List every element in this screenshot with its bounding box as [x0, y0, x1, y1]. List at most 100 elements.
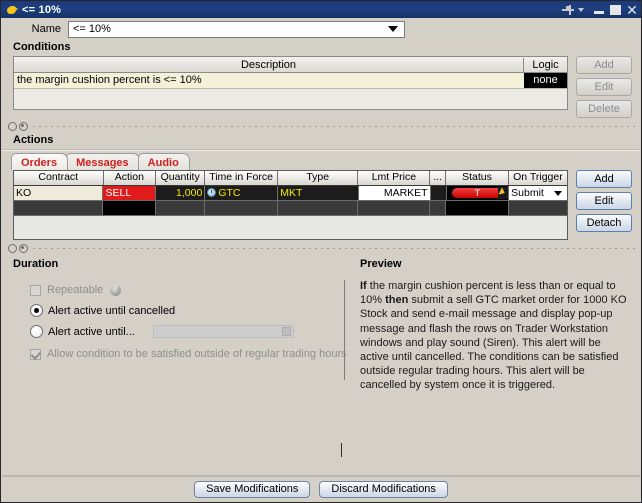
- footer-bar: Save Modifications Discard Modifications: [2, 476, 640, 501]
- pin-icon[interactable]: [562, 4, 576, 15]
- conditions-buttons: Add Edit Delete: [568, 56, 635, 118]
- alert-until-date-radio[interactable]: [30, 325, 43, 338]
- order-action[interactable]: SELL: [103, 186, 157, 200]
- bird-icon: [6, 4, 18, 16]
- orders-col-time-in-force: Time in Force: [205, 171, 279, 185]
- collapse-down-handle[interactable]: [19, 122, 28, 131]
- orders-col-status: Status: [446, 171, 509, 185]
- window-title: <= 10%: [22, 3, 62, 16]
- window-client-area: Name <= 10% Conditions Description Logic…: [2, 19, 640, 501]
- conditions-splitter[interactable]: [2, 121, 640, 132]
- orders-col-action: Action: [104, 171, 157, 185]
- orders-filler-row: [14, 201, 567, 216]
- close-icon[interactable]: ✕: [625, 3, 639, 17]
- allow-outside-rth-checkbox[interactable]: [30, 348, 41, 360]
- minimize-icon[interactable]: [593, 4, 606, 16]
- chevron-down-icon[interactable]: [578, 7, 584, 12]
- preview-panel: Preview If the margin cushion percent is…: [345, 258, 631, 393]
- order-type[interactable]: MKT: [278, 186, 359, 200]
- clock-icon: [207, 188, 217, 197]
- allow-outside-rth-label: Allow condition to be satisfied outside …: [47, 348, 347, 360]
- lower-panels: Duration Repeatable Alert active until c…: [2, 254, 640, 393]
- order-status[interactable]: T: [446, 186, 510, 200]
- alert-editor-window: <= 10% ✕ Name <= 10% Conditions Descript…: [0, 0, 642, 503]
- alert-until-date-input[interactable]: [152, 325, 294, 338]
- name-value: <= 10%: [73, 23, 111, 35]
- orders-col-more: ...: [430, 171, 447, 185]
- preview-title: Preview: [360, 258, 402, 270]
- help-icon[interactable]: [110, 284, 122, 296]
- order-on-trigger[interactable]: Submit: [509, 186, 567, 200]
- order-tif-value: GTC: [218, 187, 241, 199]
- orders-area: Contract Action Quantity Time in Force T…: [2, 170, 640, 240]
- on-trigger-value: Submit: [511, 187, 544, 199]
- order-more-cell[interactable]: [430, 186, 447, 200]
- splitter-line-2: [33, 248, 636, 249]
- splitter-line: [33, 126, 636, 127]
- actions-edit-button[interactable]: Edit: [576, 192, 632, 210]
- conditions-delete-button[interactable]: Delete: [576, 100, 632, 118]
- calendar-icon[interactable]: [281, 327, 291, 336]
- conditions-header-row: Description Logic: [14, 57, 567, 73]
- conditions-table[interactable]: Description Logic the margin cushion per…: [13, 56, 568, 110]
- save-button[interactable]: Save Modifications: [194, 480, 311, 498]
- collapse-up-handle[interactable]: [8, 122, 17, 131]
- orders-table[interactable]: Contract Action Quantity Time in Force T…: [13, 170, 568, 240]
- order-contract[interactable]: KO: [14, 186, 104, 200]
- actions-title: Actions: [13, 134, 54, 146]
- preview-seg-if: If: [360, 280, 367, 292]
- orders-col-on-trigger: On Trigger: [513, 171, 563, 183]
- duration-title: Duration: [13, 258, 59, 270]
- status-badge: T: [451, 188, 504, 198]
- discard-button[interactable]: Discard Modifications: [319, 480, 448, 498]
- repeatable-row: Repeatable: [13, 284, 345, 296]
- orders-header-row: Contract Action Quantity Time in Force T…: [14, 171, 567, 186]
- name-combobox[interactable]: <= 10%: [68, 20, 405, 38]
- conditions-col-description: Description: [14, 57, 524, 72]
- condition-logic[interactable]: none: [524, 73, 567, 88]
- alert-until-cancelled-label: Alert active until cancelled: [48, 304, 176, 317]
- actions-splitter[interactable]: [2, 243, 640, 254]
- tab-audio[interactable]: Audio: [137, 153, 190, 170]
- order-lmt-price[interactable]: MARKET: [358, 186, 431, 200]
- name-label: Name: [31, 23, 61, 35]
- alert-until-cancelled-radio[interactable]: [30, 304, 43, 317]
- title-bar: <= 10% ✕: [1, 1, 641, 18]
- tab-orders[interactable]: Orders: [11, 153, 69, 170]
- condition-description: the margin cushion percent is <= 10%: [17, 74, 202, 86]
- collapse-down-handle-2[interactable]: [19, 244, 28, 253]
- chevron-down-icon[interactable]: [554, 190, 562, 196]
- preview-seg-3: submit a sell GTC market order for 1000 …: [360, 294, 627, 392]
- name-row: Name <= 10%: [2, 19, 640, 39]
- allow-outside-rth-row: Allow condition to be satisfied outside …: [13, 348, 347, 360]
- table-row[interactable]: the margin cushion percent is <= 10% non…: [14, 73, 567, 89]
- orders-col-contract: Contract: [14, 171, 104, 185]
- orders-empty-space: [14, 216, 567, 239]
- actions-tabs: Orders Messages Audio: [2, 151, 640, 170]
- alert-until-cancelled-row[interactable]: Alert active until cancelled: [13, 304, 345, 317]
- orders-col-type: Type: [278, 171, 359, 185]
- order-quantity[interactable]: 1,000: [156, 186, 206, 200]
- collapse-up-handle-2[interactable]: [8, 244, 17, 253]
- actions-buttons: Add Edit Detach: [568, 170, 635, 240]
- table-row[interactable]: KO SELL 1,000 GTC MKT MARKET T Submit: [14, 186, 567, 201]
- cursor-icon: [498, 187, 509, 199]
- chevron-down-icon[interactable]: [388, 26, 398, 32]
- alert-until-date-label: Alert active until...: [48, 325, 135, 338]
- repeatable-checkbox[interactable]: [30, 284, 41, 296]
- conditions-edit-button[interactable]: Edit: [576, 78, 632, 96]
- alert-until-date-row[interactable]: Alert active until...: [13, 325, 345, 338]
- conditions-area: Description Logic the margin cushion per…: [2, 56, 640, 118]
- orders-col-lmt-price: Lmt Price: [358, 171, 431, 185]
- duration-panel: Duration Repeatable Alert active until c…: [13, 258, 347, 393]
- conditions-add-button[interactable]: Add: [576, 56, 632, 74]
- conditions-col-logic: Logic: [532, 58, 559, 71]
- conditions-title: Conditions: [13, 41, 71, 53]
- order-time-in-force[interactable]: GTC: [205, 186, 279, 200]
- maximize-icon[interactable]: [609, 4, 622, 16]
- repeatable-label: Repeatable: [47, 284, 104, 296]
- tab-messages[interactable]: Messages: [66, 153, 140, 170]
- actions-detach-button[interactable]: Detach: [576, 214, 632, 232]
- actions-add-button[interactable]: Add: [576, 170, 632, 188]
- orders-col-quantity: Quantity: [156, 171, 206, 185]
